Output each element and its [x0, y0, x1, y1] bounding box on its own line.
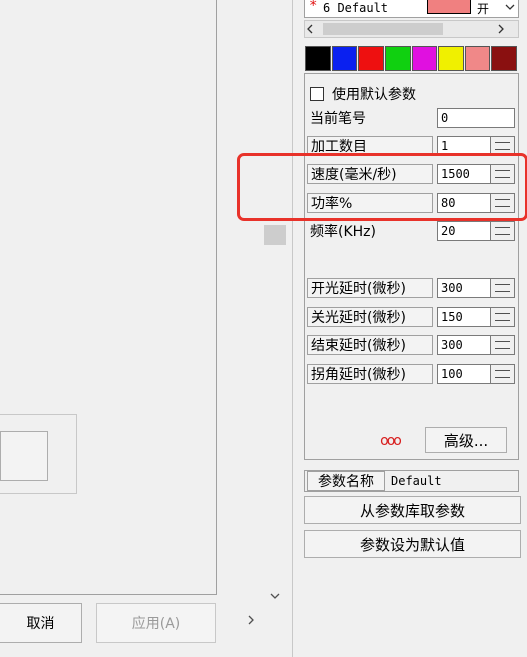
scroll-right-icon[interactable] [498, 21, 504, 37]
left-panel [0, 0, 217, 595]
layer-marker-icon: * [309, 0, 318, 14]
param-name-value[interactable]: Default [389, 472, 517, 490]
corner-delay-spinner[interactable] [491, 364, 515, 384]
corner-delay-label: 拐角延时(微秒) [307, 364, 433, 384]
laser-off-delay-input[interactable]: 150 [437, 307, 491, 327]
palette-swatch-1[interactable] [331, 46, 358, 71]
frequency-input[interactable]: 20 [437, 221, 491, 241]
left-action-button[interactable] [0, 431, 48, 481]
advanced-ring-icon[interactable]: ooo [369, 432, 411, 450]
use-default-checkbox[interactable] [310, 87, 324, 101]
frequency-label: 频率(KHz) [310, 224, 376, 240]
scroll-down-icon[interactable] [264, 586, 286, 606]
layer-color-swatch[interactable] [427, 0, 471, 14]
laser-off-delay-label: 关光延时(微秒) [307, 307, 433, 327]
vertical-scroll-thumb[interactable] [264, 225, 286, 245]
end-delay-label: 结束延时(微秒) [307, 335, 433, 355]
laser-on-delay-input[interactable]: 300 [437, 278, 491, 298]
layer-name: 6 Default [323, 1, 389, 15]
scroll-left-icon[interactable] [307, 21, 313, 37]
set-default-button[interactable]: 参数设为默认值 [304, 530, 521, 558]
dropdown-icon[interactable] [505, 2, 515, 13]
use-default-label: 使用默认参数 [332, 87, 416, 103]
scroll-right-icon[interactable] [240, 610, 262, 630]
apply-button[interactable]: 应用(A) [96, 603, 216, 643]
laser-on-delay-spinner[interactable] [491, 278, 515, 298]
layer-horizontal-scrollbar[interactable] [304, 20, 519, 38]
param-name-label: 参数名称 [307, 471, 385, 491]
palette-swatch-0[interactable] [305, 46, 331, 71]
pen-no-value: 0 [437, 108, 515, 128]
layer-onoff-label[interactable]: 开 [477, 0, 489, 17]
advanced-button[interactable]: 高级... [425, 427, 507, 453]
palette-swatch-2[interactable] [358, 46, 384, 71]
parameter-frame [304, 73, 519, 460]
color-palette[interactable] [305, 46, 518, 71]
scroll-thumb[interactable] [323, 23, 443, 35]
palette-swatch-4[interactable] [411, 46, 438, 71]
end-delay-input[interactable]: 300 [437, 335, 491, 355]
laser-on-delay-label: 开光延时(微秒) [307, 278, 433, 298]
cancel-button[interactable]: 取消 [0, 603, 82, 643]
palette-swatch-6[interactable] [464, 46, 491, 71]
frequency-spinner[interactable] [491, 221, 515, 241]
palette-swatch-3[interactable] [384, 46, 411, 71]
vertical-scrollbar[interactable] [264, 0, 286, 657]
load-from-library-button[interactable]: 从参数库取参数 [304, 496, 521, 524]
palette-swatch-7[interactable] [491, 46, 517, 71]
laser-off-delay-spinner[interactable] [491, 307, 515, 327]
palette-swatch-5[interactable] [438, 46, 464, 71]
highlight-annotation [237, 153, 527, 221]
end-delay-spinner[interactable] [491, 335, 515, 355]
corner-delay-input[interactable]: 100 [437, 364, 491, 384]
layer-row[interactable]: * 6 Default 开 [304, 0, 519, 18]
use-default-row[interactable]: 使用默认参数 [310, 84, 416, 104]
pen-no-label: 当前笔号 [310, 111, 366, 127]
panel-divider [292, 0, 293, 657]
